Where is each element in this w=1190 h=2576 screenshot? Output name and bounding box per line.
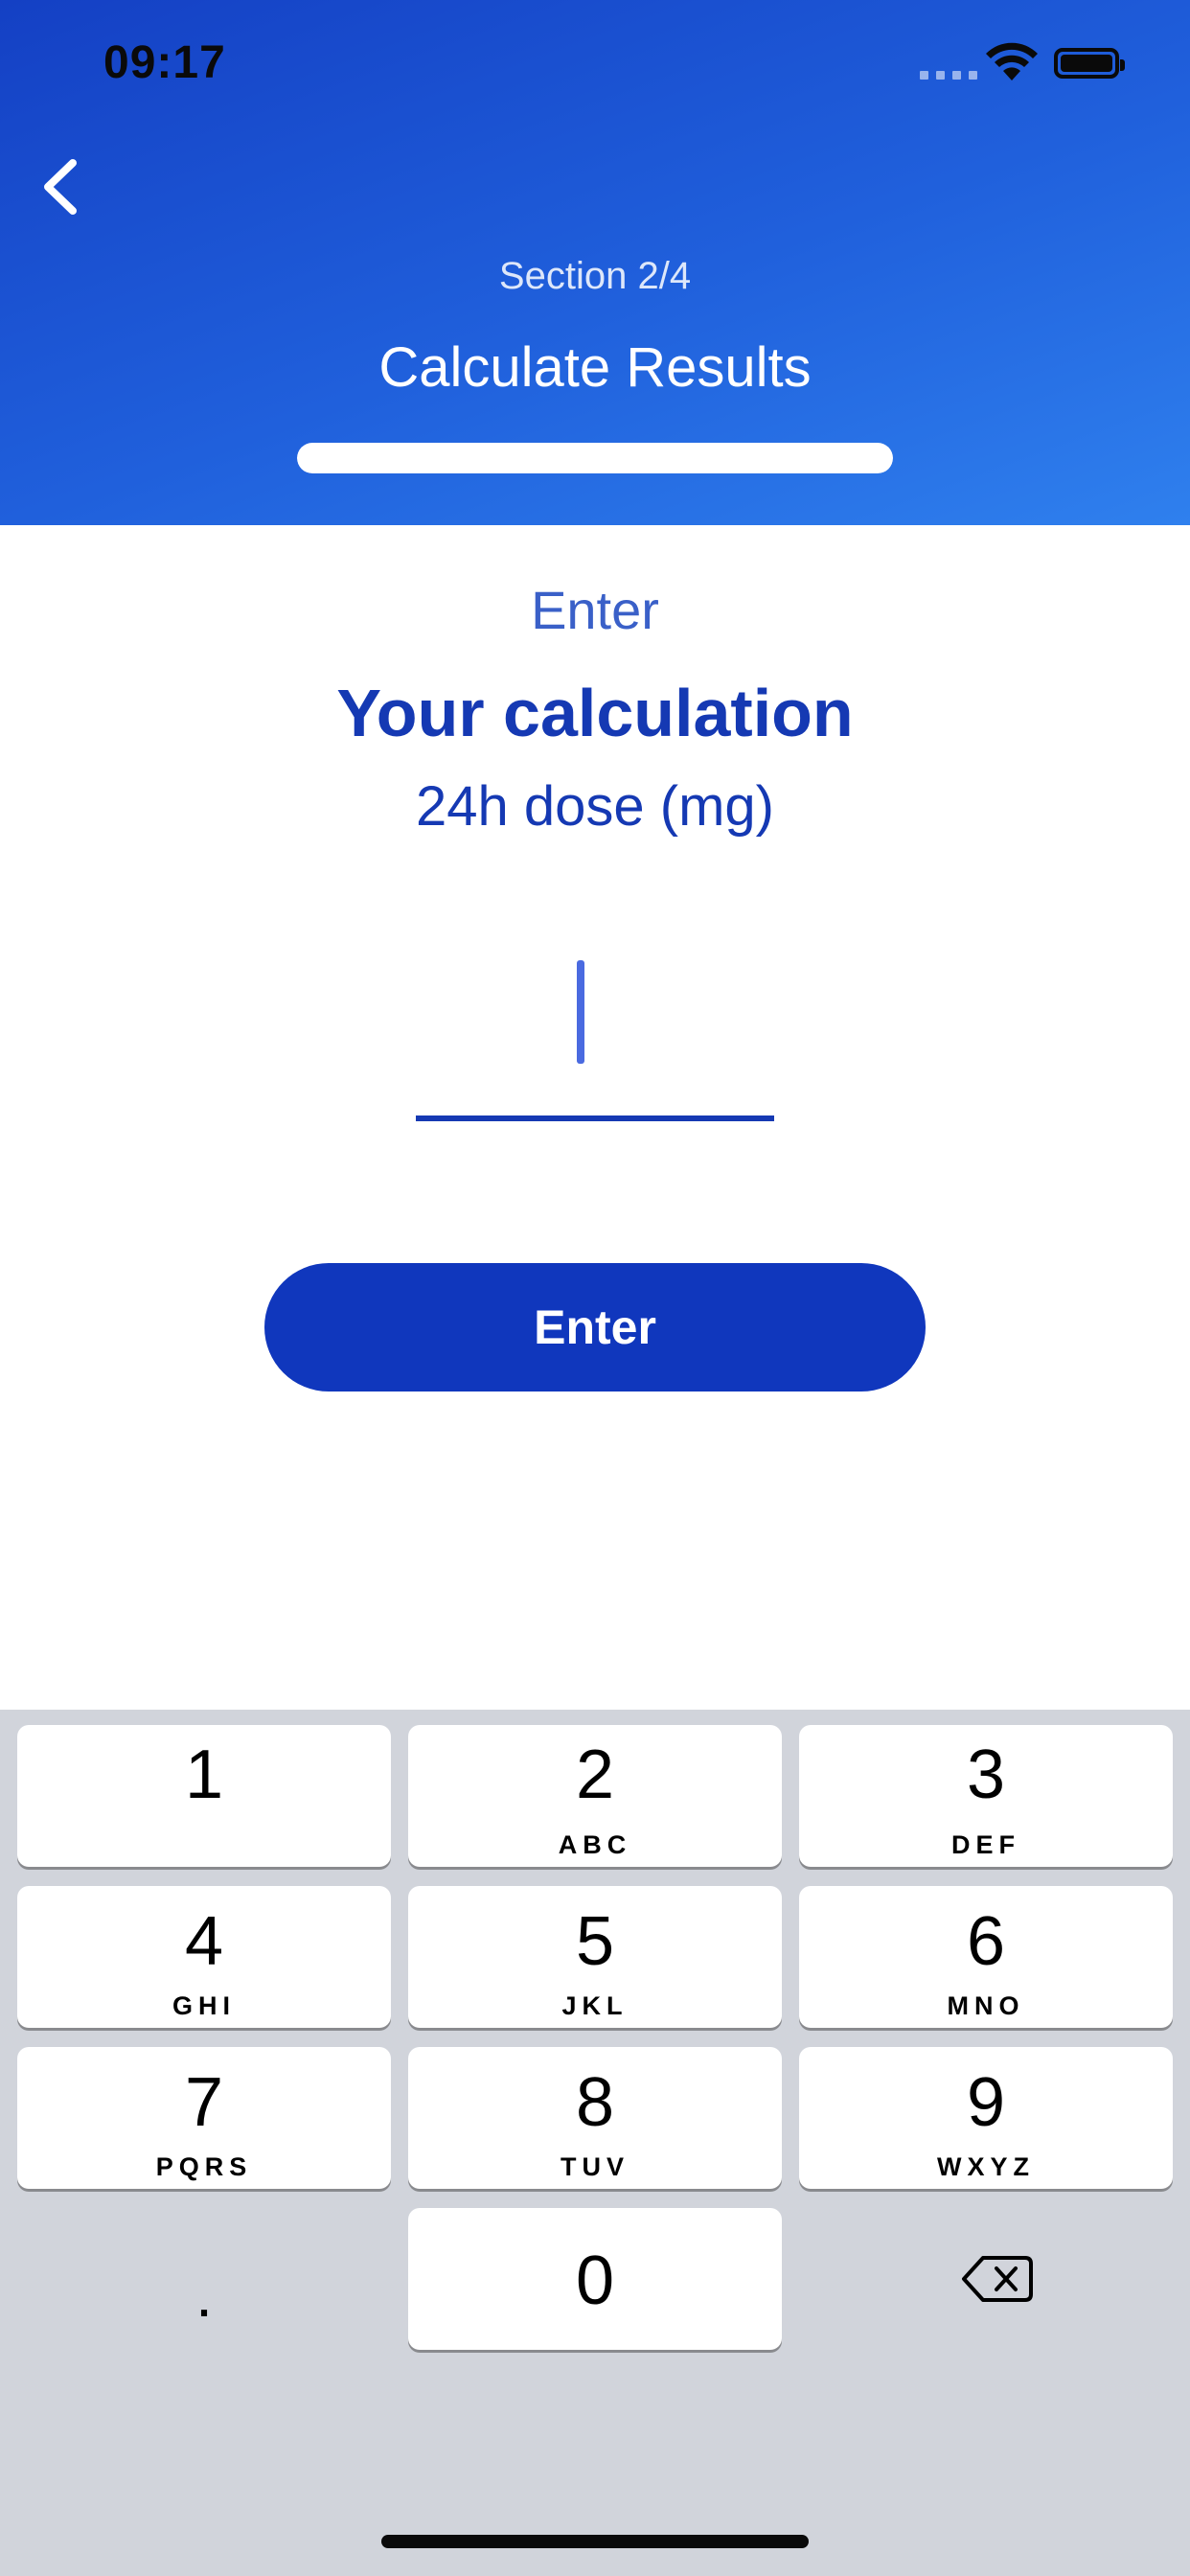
key-2[interactable]: 2 ABC xyxy=(408,1725,782,1867)
input-underline xyxy=(416,1116,774,1121)
key-letters: MNO xyxy=(947,1991,1025,2020)
key-6[interactable]: 6 MNO xyxy=(799,1886,1173,2028)
home-indicator xyxy=(381,2535,809,2548)
key-digit: 5 xyxy=(575,1903,615,1980)
key-4[interactable]: 4 GHI xyxy=(17,1886,391,2028)
key-digit: 2 xyxy=(575,1736,615,1813)
cellular-signal-icon xyxy=(920,71,977,80)
enter-button[interactable]: Enter xyxy=(264,1263,926,1392)
key-decimal[interactable]: . xyxy=(17,2208,391,2350)
header: 09:17 Section 2/4 Calculate Results xyxy=(0,0,1190,525)
prompt-title: Your calculation xyxy=(336,676,854,750)
key-digit: 9 xyxy=(966,2064,1006,2141)
backspace-icon xyxy=(962,2256,1033,2302)
key-digit: 1 xyxy=(184,1736,224,1813)
page-title: Calculate Results xyxy=(378,336,812,399)
prompt-unit: 24h dose (mg) xyxy=(416,775,774,838)
prompt-label: Enter xyxy=(531,580,659,640)
key-decimal-label: . xyxy=(195,2261,213,2330)
key-0[interactable]: 0 xyxy=(408,2208,782,2350)
progress-bar-fill xyxy=(297,443,893,473)
key-5[interactable]: 5 JKL xyxy=(408,1886,782,2028)
progress-bar xyxy=(297,443,893,473)
key-digit: 7 xyxy=(184,2064,224,2141)
key-3[interactable]: 3 DEF xyxy=(799,1725,1173,1867)
key-letters: GHI xyxy=(172,1991,236,2020)
key-letters: ABC xyxy=(558,1830,632,1859)
text-caret xyxy=(577,960,584,1064)
key-digit: 4 xyxy=(184,1903,224,1980)
key-letters: TUV xyxy=(561,2152,629,2181)
dose-input[interactable] xyxy=(416,949,778,1094)
status-time: 09:17 xyxy=(103,37,226,88)
key-delete[interactable] xyxy=(799,2208,1173,2350)
key-digit: 3 xyxy=(966,1736,1006,1813)
dose-input-field[interactable] xyxy=(416,949,778,1123)
key-8[interactable]: 8 TUV xyxy=(408,2047,782,2189)
key-letters: PQRS xyxy=(155,2152,253,2181)
key-7[interactable]: 7 PQRS xyxy=(17,2047,391,2189)
back-chevron-icon[interactable] xyxy=(34,153,92,220)
section-indicator: Section 2/4 xyxy=(498,255,692,297)
wifi-icon xyxy=(986,42,1038,80)
key-letters: JKL xyxy=(561,1991,629,2020)
key-9[interactable]: 9 WXYZ xyxy=(799,2047,1173,2189)
key-digit: 8 xyxy=(575,2064,615,2141)
key-letters: DEF xyxy=(951,1830,1020,1859)
key-digit: 0 xyxy=(575,2242,615,2319)
key-digit: 6 xyxy=(966,1903,1006,1980)
status-bar: 09:17 xyxy=(0,0,1190,125)
key-letters: WXYZ xyxy=(937,2152,1035,2181)
key-1[interactable]: 1 xyxy=(17,1725,391,1867)
battery-icon xyxy=(1054,48,1125,79)
